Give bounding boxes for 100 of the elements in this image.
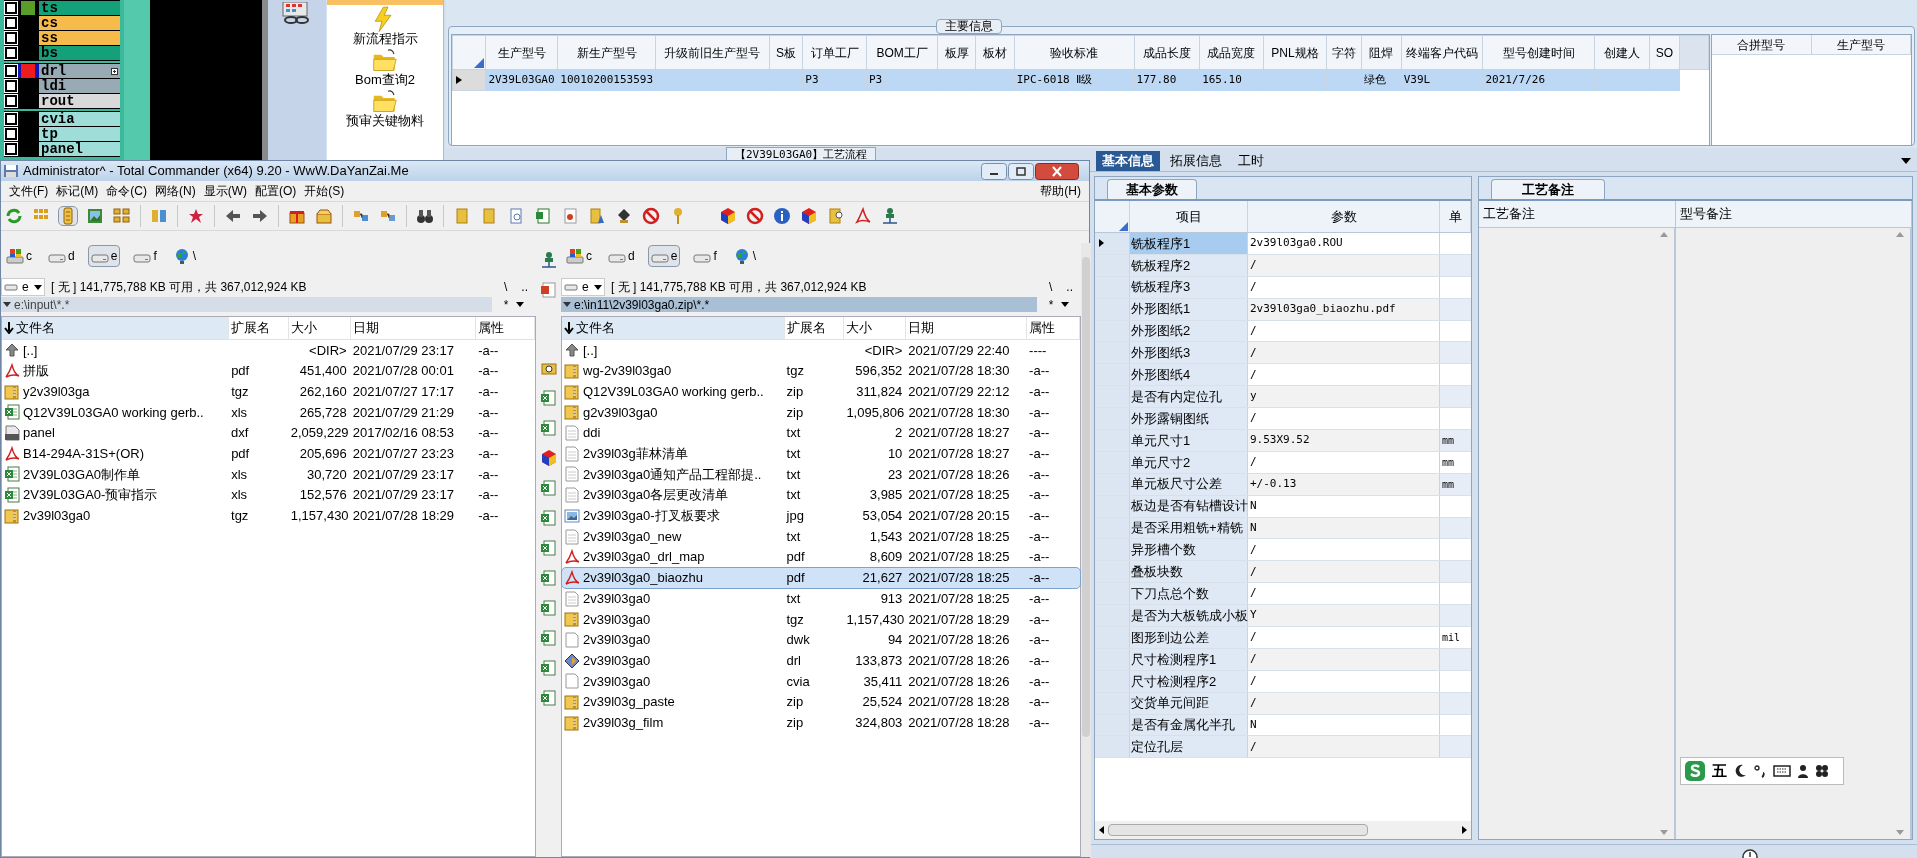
spreadsheet-icon[interactable]	[539, 479, 558, 497]
row-header-cell[interactable]	[1095, 342, 1130, 364]
layer-checkbox[interactable]	[5, 80, 17, 92]
caret-icon[interactable]	[516, 302, 525, 307]
row-header-cell[interactable]	[1095, 364, 1130, 386]
spreadsheet-icon[interactable]	[539, 689, 558, 707]
parameter-value[interactable]: /	[1248, 561, 1440, 583]
file-row[interactable]: ddi txt 2 2021/07/28 18:27 -a--	[562, 422, 1080, 444]
menu-item[interactable]: 标记(M)	[52, 182, 103, 200]
file-row[interactable]: 2v39l03ga0 cvia 35,411 2021/07/28 18:26 -a--	[562, 671, 1080, 692]
file-row[interactable]: 2v39l03ga0-打叉板要求 jpg 53,054 2021/07/28 20:15 -a--	[562, 505, 1080, 527]
tab[interactable]: 基本信息	[1096, 150, 1160, 171]
column-header[interactable]: SO	[1649, 35, 1680, 70]
row-header-cell[interactable]	[1095, 670, 1130, 692]
column-header[interactable]: 终端客户代码	[1401, 35, 1483, 70]
row-header-cell[interactable]	[1095, 408, 1130, 429]
parameter-name[interactable]: 尺寸检测程序1	[1130, 648, 1248, 670]
column-header[interactable]: 生产型号	[1811, 35, 1911, 55]
parameter-value[interactable]: /	[1248, 692, 1440, 714]
parameter-name[interactable]: 外形露铜图纸	[1130, 408, 1248, 429]
column-header[interactable]: 验收标准	[1014, 35, 1135, 70]
tab[interactable]: 工时	[1232, 150, 1270, 171]
column-header[interactable]: 成品长度	[1134, 35, 1200, 70]
drive-button[interactable]: c	[3, 245, 35, 267]
info-icon[interactable]	[773, 207, 791, 225]
parameter-name[interactable]: 单元板尺寸公差	[1130, 473, 1248, 495]
layer-row[interactable]: bs	[4, 46, 120, 60]
row-header-cell[interactable]	[1095, 648, 1130, 670]
drive-button[interactable]: c	[563, 245, 595, 267]
column-header[interactable]: 型号创建时间	[1482, 35, 1595, 70]
layer-name[interactable]: ss	[39, 31, 120, 45]
tab[interactable]: 拓展信息	[1164, 150, 1228, 171]
parameter-name[interactable]: 异形槽个数	[1130, 539, 1248, 561]
column-header[interactable]: 日期	[906, 317, 1028, 339]
parameter-value[interactable]: +/-0.13	[1248, 473, 1440, 495]
file-row[interactable]: 2v39l03g_film zip 324,803 2021/07/28 18:28 -a--	[562, 712, 1080, 734]
column-header[interactable]: 大小	[288, 317, 351, 339]
row-header-cell[interactable]	[1095, 254, 1130, 276]
prohibited-icon[interactable]	[642, 207, 660, 225]
maximize-button[interactable]	[1008, 162, 1034, 180]
scroll-up-icon[interactable]	[1896, 232, 1904, 237]
column-header[interactable]: 板厚	[937, 35, 976, 70]
document-icon[interactable]	[507, 207, 525, 225]
column-header[interactable]: 属性	[1027, 317, 1080, 339]
file-row[interactable]: panel dxf 2,059,229 2017/02/16 08:53 -a--	[2, 422, 535, 444]
column-header[interactable]: 属性	[476, 317, 535, 339]
drive-button[interactable]: \	[729, 245, 760, 267]
document-icon[interactable]	[539, 281, 558, 299]
scroll-left-icon[interactable]	[1099, 826, 1104, 834]
grid-menu-icon[interactable]	[1815, 764, 1829, 778]
column-header[interactable]: 大小	[844, 317, 907, 339]
layer-row[interactable]: rout	[4, 94, 120, 108]
moon-icon[interactable]	[1733, 764, 1747, 778]
column-header[interactable]: PNL规格	[1263, 35, 1327, 70]
file-row[interactable]: 2v39l03ga0 txt 913 2021/07/28 18:25 -a--	[562, 588, 1080, 609]
parameter-name[interactable]: 单元尺寸1	[1130, 430, 1248, 451]
scroll-down-icon[interactable]	[1896, 830, 1904, 835]
layer-checkbox[interactable]	[5, 95, 17, 107]
nav-item[interactable]: 预审关键物料	[346, 89, 424, 128]
menu-item[interactable]: 网络(N)	[151, 182, 200, 200]
layer-name[interactable]: rout	[39, 94, 120, 108]
row-header-cell[interactable]	[1095, 605, 1130, 627]
parameter-name[interactable]: 叠板块数	[1130, 561, 1248, 583]
column-header[interactable]: 生产型号	[485, 35, 558, 70]
parameter-name[interactable]: 是否采用粗铣+精铣	[1130, 517, 1248, 539]
column-header[interactable]: 板材	[975, 35, 1015, 70]
spreadsheet-icon[interactable]	[539, 629, 558, 647]
star-icon[interactable]	[187, 207, 205, 225]
column-header[interactable]: 参数	[1248, 201, 1440, 232]
file-row[interactable]: 2v39l03ga0通知产品工程部提.. txt 23 2021/07/28 18:26 -a--	[562, 464, 1080, 485]
column-header[interactable]: 阻焊	[1361, 35, 1402, 70]
layer-name[interactable]: panel	[39, 142, 120, 156]
column-header[interactable]: 成品宽度	[1199, 35, 1264, 70]
file-row[interactable]: [..] <DIR> 2021/07/29 22:40 ----	[562, 340, 1080, 361]
row-header-cell[interactable]	[1095, 320, 1130, 342]
layer-row[interactable]: ldi	[4, 79, 120, 93]
up-button[interactable]: ..	[517, 278, 532, 296]
parameter-value[interactable]: N	[1248, 495, 1440, 517]
parameter-name[interactable]: 外形图纸1	[1130, 298, 1248, 320]
row-header-cell[interactable]	[1095, 714, 1130, 736]
layer-row[interactable]: tp	[4, 127, 120, 141]
column-header[interactable]: 工艺备注	[1479, 201, 1676, 227]
parameter-name[interactable]: 铣板程序3	[1130, 276, 1248, 298]
up-button[interactable]: ..	[1062, 278, 1077, 296]
parameter-value[interactable]: /	[1248, 254, 1440, 276]
scroll-right-icon[interactable]	[1462, 826, 1467, 834]
file-row[interactable]: [..] <DIR> 2021/07/29 23:17 -a--	[2, 340, 535, 361]
column-header[interactable]: 创建人	[1594, 35, 1650, 70]
nav-item[interactable]: 新流程指示	[352, 7, 418, 46]
nav-item[interactable]: Bom查询2	[355, 48, 415, 87]
punctuation-icon[interactable]	[1753, 764, 1767, 778]
drive-button[interactable]: d	[605, 245, 638, 267]
path-bar[interactable]: e:\in11\2v39l03ga0.zip\*.*	[561, 297, 1037, 312]
drive-button[interactable]: f	[130, 245, 160, 267]
scrollbar[interactable]	[1081, 243, 1091, 857]
compare-icon[interactable]	[150, 207, 168, 225]
network-users-icon[interactable]	[881, 207, 899, 225]
parameter-name[interactable]: 铣板程序1	[1130, 233, 1248, 254]
folder-search-icon[interactable]	[827, 207, 845, 225]
menu-item[interactable]: 命令(C)	[102, 182, 151, 200]
